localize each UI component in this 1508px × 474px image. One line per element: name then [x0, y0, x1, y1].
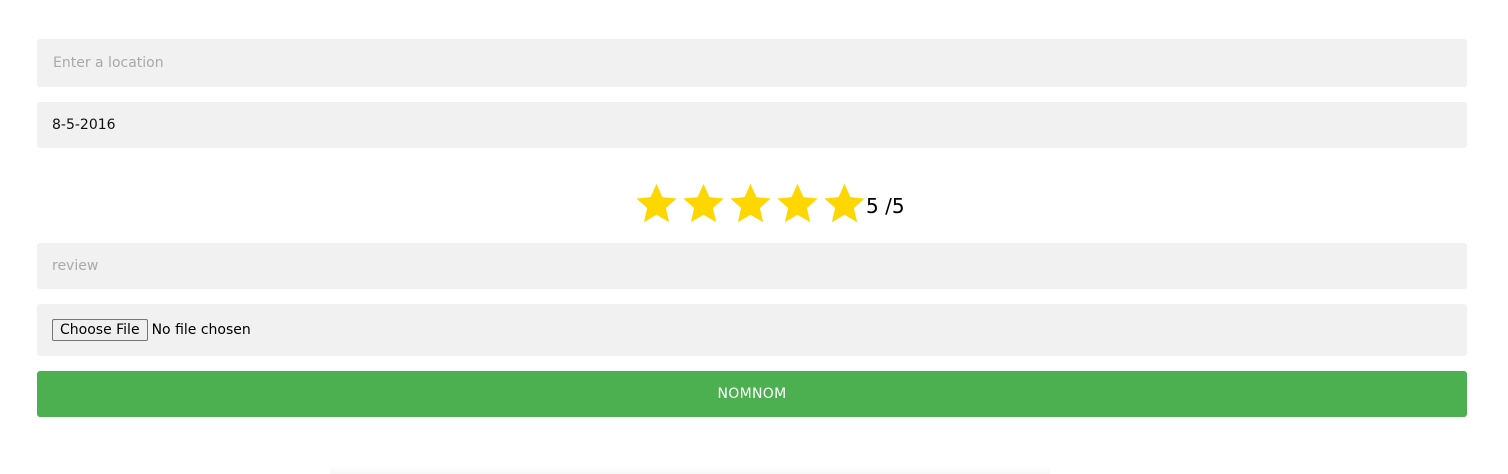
star-2[interactable]: [680, 181, 727, 227]
star-rating: 5 /5: [633, 180, 905, 228]
star-3[interactable]: [727, 181, 774, 227]
review-input[interactable]: [37, 243, 1467, 289]
star-icon: [730, 183, 771, 223]
review-field: [37, 243, 1467, 289]
star-icon: [683, 183, 724, 223]
star-1[interactable]: [633, 181, 680, 227]
location-field: [37, 39, 1467, 87]
rating-value: 5 /5: [866, 194, 905, 218]
star-icon: [636, 183, 677, 223]
submit-button[interactable]: NOMNOM: [37, 371, 1467, 417]
star-4[interactable]: [774, 181, 821, 227]
star-icon: [824, 183, 865, 223]
file-status: No file chosen: [151, 322, 251, 338]
choose-file-button[interactable]: Choose File: [52, 319, 148, 341]
file-upload-field: Choose File No file chosen: [37, 304, 1467, 356]
divider: [330, 466, 1050, 474]
date-field: [37, 102, 1467, 148]
review-form: 5 /5 Choose File No file chosen NOMNOM: [0, 0, 1508, 474]
star-5[interactable]: [821, 181, 868, 227]
location-input[interactable]: [37, 39, 1467, 87]
date-input[interactable]: [37, 102, 1467, 148]
star-icon: [777, 183, 818, 223]
